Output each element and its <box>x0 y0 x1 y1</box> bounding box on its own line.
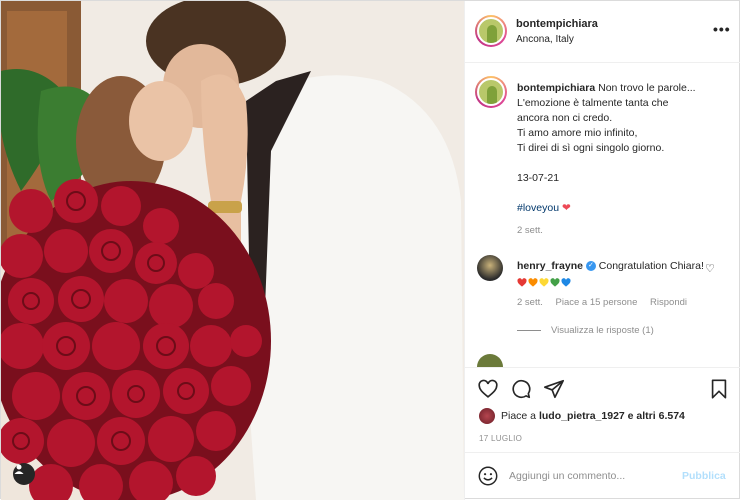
comments-section: bontempichiara Non trovo le parole... L'… <box>465 63 740 367</box>
save-bookmark-icon[interactable] <box>708 378 730 400</box>
liker-avatar[interactable] <box>479 408 495 424</box>
heart-emoji-icon <box>517 277 527 287</box>
share-paper-plane-icon[interactable] <box>543 378 565 400</box>
commenter-username[interactable]: henry_frayne <box>517 260 583 272</box>
view-replies-label: Visualizza le risposte (1) <box>551 325 654 336</box>
emoji-smiley-icon[interactable] <box>477 465 499 487</box>
comment-bubble-icon[interactable] <box>510 378 532 400</box>
likes-others-count[interactable]: e altri 6.574 <box>628 410 685 422</box>
red-heart-emoji-icon: ❤ <box>561 202 571 214</box>
post-actions: Piace a ludo_pietra_1927 e altri 6.574 1… <box>465 367 740 457</box>
instagram-post: bontempichiara Ancona, Italy ••• bontemp… <box>0 0 740 500</box>
caption-line-0: Non trovo le parole... <box>598 82 696 94</box>
likes-summary[interactable]: Piace a ludo_pietra_1927 e altri 6.574 <box>501 410 685 422</box>
rainbow-hearts-emoji-icon <box>517 275 572 287</box>
post-date: 17 LUGLIO <box>479 434 523 443</box>
heart-emoji-icon <box>550 277 560 287</box>
heart-emoji-icon <box>528 277 538 287</box>
caption-time-ago: 2 sett. <box>517 225 543 236</box>
verified-badge-icon: ✓ <box>585 261 596 272</box>
heart-emoji-icon <box>561 277 571 287</box>
post-caption: bontempichiara Non trovo le parole... L'… <box>517 81 735 216</box>
comment-meta: 2 sett. Piace a 15 persone Rispondi <box>517 297 697 308</box>
comment-text: Congratulation Chiara! <box>598 260 704 272</box>
replies-divider <box>517 329 541 331</box>
caption-line-3: Ti amo amore mio infinito, <box>517 127 638 139</box>
photo-illustration <box>1 1 464 500</box>
commenter-avatar[interactable] <box>477 255 503 281</box>
author-avatar[interactable] <box>475 15 507 47</box>
caption-username[interactable]: bontempichiara <box>517 82 595 94</box>
comment-likes-count[interactable]: Piace a 15 persone <box>556 297 638 308</box>
author-username[interactable]: bontempichiara <box>516 18 598 30</box>
comment-body: henry_frayne ✓ Congratulation Chiara! <box>517 259 707 289</box>
post-photo[interactable] <box>1 1 464 500</box>
post-side-panel: bontempichiara Ancona, Italy ••• bontemp… <box>464 1 740 500</box>
comment-like-heart-icon[interactable]: ♡ <box>705 262 715 275</box>
hashtag-link[interactable]: #loveyou <box>517 202 559 214</box>
like-heart-icon[interactable] <box>477 378 499 400</box>
publish-button[interactable]: Pubblica <box>682 470 726 482</box>
view-replies-button[interactable]: Visualizza le risposte (1) <box>517 325 654 336</box>
caption-line-1: L'emozione è talmente tanta che <box>517 97 669 109</box>
post-location[interactable]: Ancona, Italy <box>516 34 574 45</box>
caption-author-avatar[interactable] <box>475 76 507 108</box>
post-header: bontempichiara Ancona, Italy ••• <box>465 1 740 63</box>
caption-date: 13-07-21 <box>517 172 560 184</box>
user-tag-icon[interactable] <box>13 463 35 485</box>
caption-line-4: Ti direi di sì ogni singolo giorno. <box>517 142 665 154</box>
liker-username[interactable]: ludo_pietra_1927 <box>539 410 625 422</box>
next-commenter-avatar[interactable] <box>477 354 503 367</box>
comment-time: 2 sett. <box>517 297 543 308</box>
reply-button[interactable]: Rispondi <box>650 297 687 308</box>
likes-prefix: Piace a <box>501 410 537 422</box>
comment-composer: Pubblica <box>465 452 740 500</box>
more-options-icon[interactable]: ••• <box>713 21 731 37</box>
comment-input[interactable] <box>509 466 679 486</box>
caption-line-2: ancora non ci credo. <box>517 112 613 124</box>
heart-emoji-icon <box>539 277 549 287</box>
